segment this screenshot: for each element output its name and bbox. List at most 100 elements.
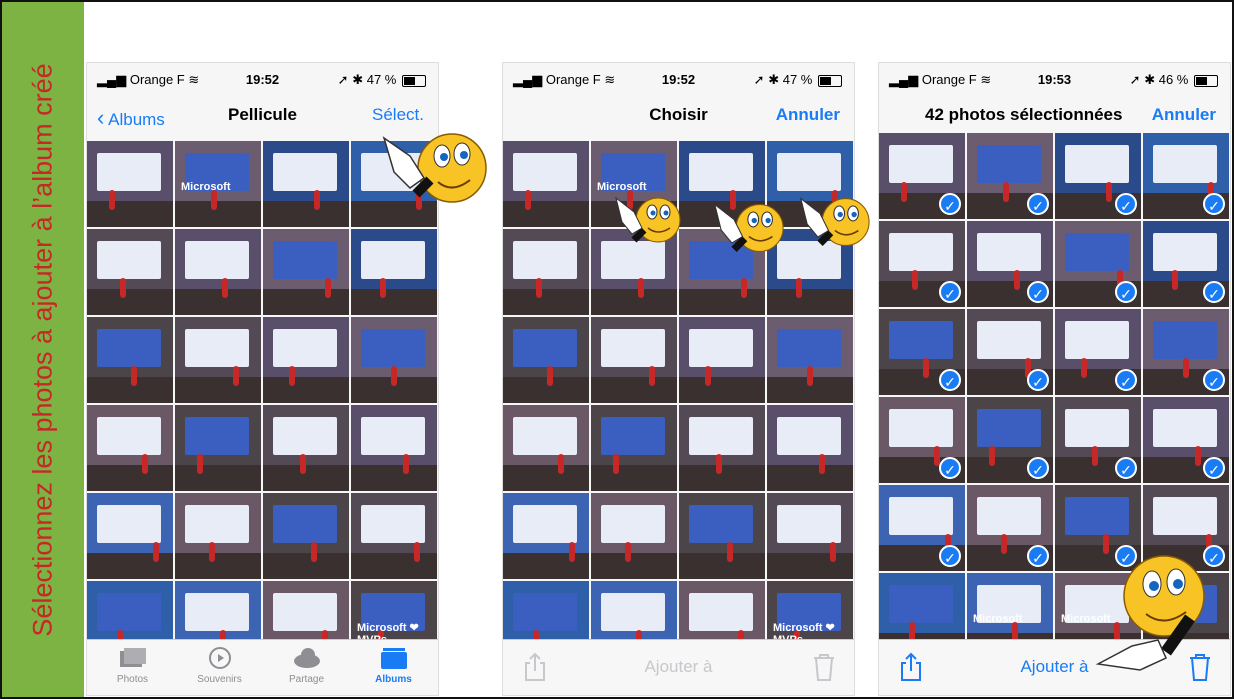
photo-thumbnail[interactable] [87, 493, 173, 579]
photo-thumbnail[interactable] [263, 317, 349, 403]
photo-thumbnail[interactable]: ✓ [1143, 397, 1229, 483]
speaker-figure [796, 277, 803, 298]
photo-thumbnail[interactable] [503, 493, 589, 579]
photo-thumbnail[interactable]: ✓ [879, 485, 965, 571]
photo-thumbnail[interactable] [591, 317, 677, 403]
stage-floor [175, 465, 261, 491]
photo-thumbnail[interactable] [591, 405, 677, 491]
photo-thumbnail[interactable]: ✓ [1143, 133, 1229, 219]
photo-thumbnail[interactable] [351, 317, 437, 403]
selected-check-icon: ✓ [939, 369, 961, 391]
speaker-figure [1194, 445, 1201, 466]
photo-thumbnail[interactable]: ✓ [879, 309, 965, 395]
photo-thumbnail[interactable] [175, 229, 261, 315]
speaker-figure [818, 453, 825, 474]
photo-thumbnail[interactable] [263, 141, 349, 227]
stage-floor [351, 465, 437, 491]
presentation-screen [185, 329, 249, 367]
selected-check-icon: ✓ [1027, 193, 1049, 215]
cancel-button[interactable]: Annuler [776, 105, 840, 125]
tab-albums[interactable]: Albums [350, 646, 437, 685]
photo-thumbnail[interactable] [87, 317, 173, 403]
photo-thumbnail[interactable] [503, 141, 589, 227]
photo-thumbnail[interactable] [679, 405, 765, 491]
tab-souvenirs[interactable]: Souvenirs [176, 646, 263, 685]
battery-icon [402, 74, 426, 87]
speaker-figure [727, 541, 734, 562]
photo-thumbnail[interactable]: ✓ [1055, 397, 1141, 483]
speaker-figure [558, 453, 565, 474]
photo-thumbnail[interactable] [767, 405, 853, 491]
photo-thumbnail[interactable] [503, 405, 589, 491]
photo-thumbnail[interactable]: ✓ [967, 221, 1053, 307]
memories-icon [208, 647, 231, 669]
photo-thumbnail[interactable] [679, 317, 765, 403]
presentation-screen [1065, 409, 1129, 447]
photo-thumbnail[interactable]: ✓ [967, 397, 1053, 483]
stage-floor [503, 201, 589, 227]
presentation-screen [777, 505, 841, 543]
presentation-screen [513, 505, 577, 543]
speaker-figure [638, 277, 645, 298]
battery: ➚ ✱ 47 % [338, 72, 426, 88]
presentation-screen [889, 409, 953, 447]
presentation-screen [97, 329, 161, 367]
photo-thumbnail[interactable]: ✓ [967, 133, 1053, 219]
presentation-screen [513, 593, 577, 631]
photo-thumbnail[interactable] [87, 141, 173, 227]
selected-check-icon: ✓ [1027, 281, 1049, 303]
photo-thumbnail[interactable]: ✓ [1055, 221, 1141, 307]
photo-thumbnail[interactable] [87, 229, 173, 315]
pointing-emoji-icon [1095, 555, 1205, 671]
photo-thumbnail[interactable]: ✓ [1143, 309, 1229, 395]
trash-icon[interactable] [812, 652, 836, 682]
add-to-album-button[interactable]: Ajouter à [503, 657, 854, 677]
presentation-screen [1065, 233, 1129, 271]
photo-thumbnail[interactable]: ✓ [879, 221, 965, 307]
presentation-screen [601, 329, 665, 367]
photo-thumbnail[interactable] [351, 405, 437, 491]
photo-thumbnail[interactable]: ✓ [879, 397, 965, 483]
photo-thumbnail[interactable]: ✓ [1055, 133, 1141, 219]
tab-partage[interactable]: Partage [263, 646, 350, 685]
presentation-screen [97, 241, 161, 279]
selected-check-icon: ✓ [1027, 369, 1049, 391]
photo-thumbnail[interactable] [263, 493, 349, 579]
speaker-figure [1091, 445, 1098, 466]
speaker-figure [989, 445, 996, 466]
photo-thumbnail[interactable] [503, 229, 589, 315]
photo-thumbnail[interactable] [263, 405, 349, 491]
photo-thumbnail[interactable]: ✓ [1055, 309, 1141, 395]
photo-thumbnail[interactable] [175, 317, 261, 403]
presentation-screen [689, 153, 753, 191]
photo-thumbnail[interactable]: ✓ [967, 309, 1053, 395]
stage-floor [503, 465, 589, 491]
photo-thumbnail[interactable] [351, 229, 437, 315]
photo-thumbnail[interactable] [591, 493, 677, 579]
photo-thumbnail[interactable] [767, 493, 853, 579]
speaker-figure [288, 365, 295, 386]
photo-thumbnail[interactable]: ✓ [967, 485, 1053, 571]
photo-thumbnail[interactable] [767, 317, 853, 403]
tab-photos[interactable]: Photos [89, 646, 176, 685]
instruction-text: Sélectionnez les photos à ajouter à l’al… [27, 63, 58, 637]
speaker-figure [740, 277, 747, 298]
photo-thumbnail[interactable] [679, 493, 765, 579]
speaker-figure [380, 277, 387, 298]
photo-thumbnail[interactable] [503, 317, 589, 403]
presentation-screen [777, 417, 841, 455]
speaker-figure [108, 189, 115, 210]
photo-thumbnail[interactable]: ✓ [1143, 221, 1229, 307]
speaker-figure [130, 365, 137, 386]
photo-thumbnail[interactable] [351, 493, 437, 579]
photo-thumbnail[interactable] [175, 493, 261, 579]
photo-thumbnail[interactable]: Microsoft [175, 141, 261, 227]
photo-thumbnail[interactable] [175, 405, 261, 491]
cancel-button[interactable]: Annuler [1152, 105, 1216, 125]
photo-thumbnail[interactable] [87, 405, 173, 491]
presentation-screen [1153, 409, 1217, 447]
status-bar: ▂▄▆ Orange F ≋ 19:52 ➚ ✱ 47 % [503, 63, 854, 93]
photo-thumbnail[interactable] [263, 229, 349, 315]
photo-thumbnail[interactable]: ✓ [879, 133, 965, 219]
presentation-screen [977, 233, 1041, 271]
